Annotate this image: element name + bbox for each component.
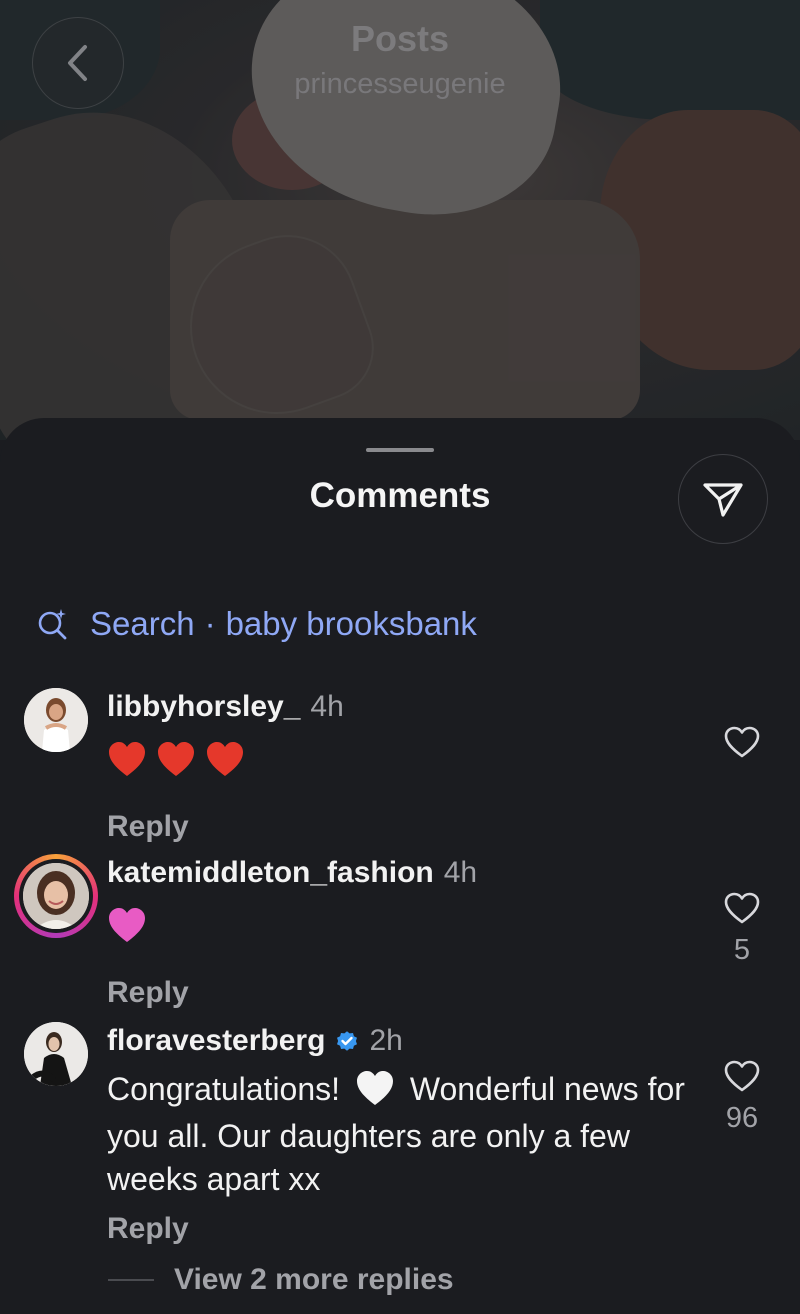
send-icon: [701, 477, 745, 521]
avatar[interactable]: [24, 1022, 88, 1086]
reply-button[interactable]: Reply: [107, 976, 189, 1010]
reply-button[interactable]: Reply: [107, 1212, 189, 1246]
red-heart-icon: [205, 740, 245, 780]
pink-heart-icon: [107, 906, 147, 946]
heart-outline-icon: [724, 1060, 760, 1092]
comment-time: 2h: [369, 1024, 403, 1057]
replies-divider: [108, 1279, 154, 1281]
view-more-replies[interactable]: View 2 more replies: [108, 1263, 454, 1297]
comment-username[interactable]: floravesterberg: [107, 1024, 325, 1058]
search-separator: ·: [204, 605, 216, 642]
sparkle-search-icon: [36, 607, 70, 641]
search-prefix: Search: [90, 605, 195, 642]
like-button[interactable]: [722, 724, 762, 760]
verified-badge-icon: [335, 1029, 359, 1053]
share-button[interactable]: [678, 454, 768, 544]
comment-text: [107, 902, 697, 946]
page-subtitle: princesseugenie: [294, 68, 506, 100]
sheet-grabber[interactable]: [366, 448, 434, 452]
view-more-replies-label: View 2 more replies: [174, 1263, 454, 1296]
comment-text: [107, 736, 697, 780]
page-title: Posts: [350, 18, 450, 59]
comment-time: 4h: [443, 856, 478, 889]
like-button[interactable]: [722, 890, 762, 926]
red-heart-icon: [156, 740, 196, 780]
search-query: baby brooksbank: [225, 605, 477, 642]
comment-username[interactable]: libbyhorsley_: [107, 690, 300, 724]
comments-sheet: Comments Search · baby brooksbank libbyh…: [0, 418, 800, 1314]
comment-text: Congratulations! Wonderful news for you …: [107, 1068, 697, 1201]
comment-username[interactable]: katemiddleton_fashion: [107, 856, 434, 890]
like-count: 5: [733, 934, 751, 966]
like-button[interactable]: [722, 1058, 762, 1094]
red-heart-icon: [107, 740, 147, 780]
avatar[interactable]: [24, 688, 88, 752]
comment-text-part1: Congratulations!: [107, 1071, 341, 1107]
heart-outline-icon: [724, 726, 760, 758]
comment-time: 4h: [310, 690, 344, 723]
like-count: 96: [725, 1102, 759, 1134]
ai-search-suggestion[interactable]: Search · baby brooksbank: [36, 604, 477, 644]
white-heart-icon: [355, 1069, 395, 1109]
heart-outline-icon: [724, 892, 760, 924]
avatar[interactable]: [14, 854, 98, 938]
reply-button[interactable]: Reply: [107, 810, 189, 844]
